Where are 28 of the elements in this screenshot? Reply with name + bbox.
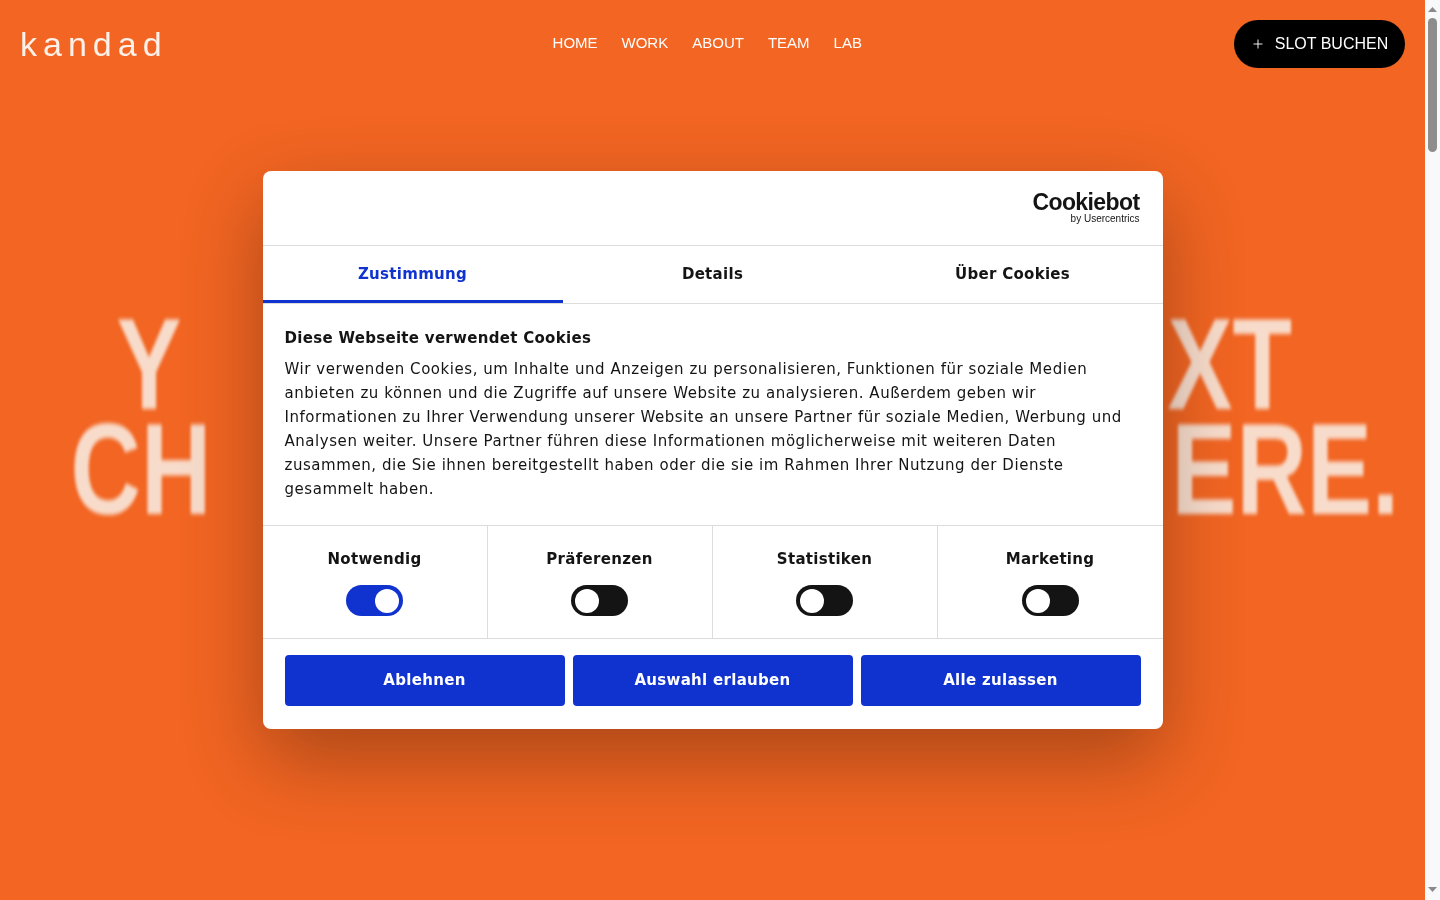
hero-headline: CH — [69, 417, 213, 522]
dialog-text: Wir verwenden Cookies, um Inhalte und Anzeigen zu personalisieren, Funktionen für soziale Medien anbieten zu können und die Zugriffe auf unsere Website zu analysieren. Außerdem geben wir Informationen zu Ihrer Verwendung unserer Website an unsere Partner für soziale Medien, Werbung und Analysen weiter. Unsere Partner führen diese Informationen möglicherweise mit weiteren Daten zusammen, die Sie ihnen bereitgestellt haben oder die sie im Rahmen Ihrer Nutzung der Dienste gesammelt haben. — [284, 359, 1123, 500]
toggle-switch[interactable] — [1021, 585, 1079, 616]
tab[interactable]: Über Cookies — [862, 246, 1163, 303]
hero-headline: Y — [116, 312, 182, 417]
hero-headline: ERE. — [1171, 417, 1401, 522]
consent-button[interactable]: Auswahl erlauben — [572, 655, 853, 706]
hero-headline: XT — [1166, 312, 1293, 417]
toggle-switch[interactable] — [346, 585, 403, 616]
down-arrow-icon[interactable] — [1428, 887, 1437, 892]
category-label: Notwendig — [327, 549, 422, 569]
cookiebot-logo: Cookiebot — [1032, 191, 1140, 213]
book-slot-button[interactable]: SLOT BUCHEN — [1234, 20, 1405, 68]
toggle-switch[interactable] — [796, 585, 853, 616]
category-label: Statistiken — [776, 549, 873, 569]
plus-icon — [1250, 37, 1265, 51]
category-label: Marketing — [1005, 549, 1095, 569]
dialog-heading: Diese Webseite verwendet Cookies — [284, 328, 593, 349]
consent-button[interactable]: Ablehnen — [284, 655, 565, 706]
scrollbar-thumb[interactable] — [1428, 18, 1437, 152]
category-label: Präferenzen — [546, 549, 653, 569]
logo-tagline: by Usercentrics — [1070, 213, 1140, 225]
tab[interactable]: Zustimmung — [262, 246, 563, 303]
up-arrow-icon[interactable] — [1428, 7, 1437, 12]
toggle-switch[interactable] — [571, 585, 628, 616]
consent-button[interactable]: Alle zulassen — [860, 655, 1141, 706]
scrollbar[interactable] — [1425, 0, 1440, 900]
tab[interactable]: Details — [562, 246, 863, 303]
